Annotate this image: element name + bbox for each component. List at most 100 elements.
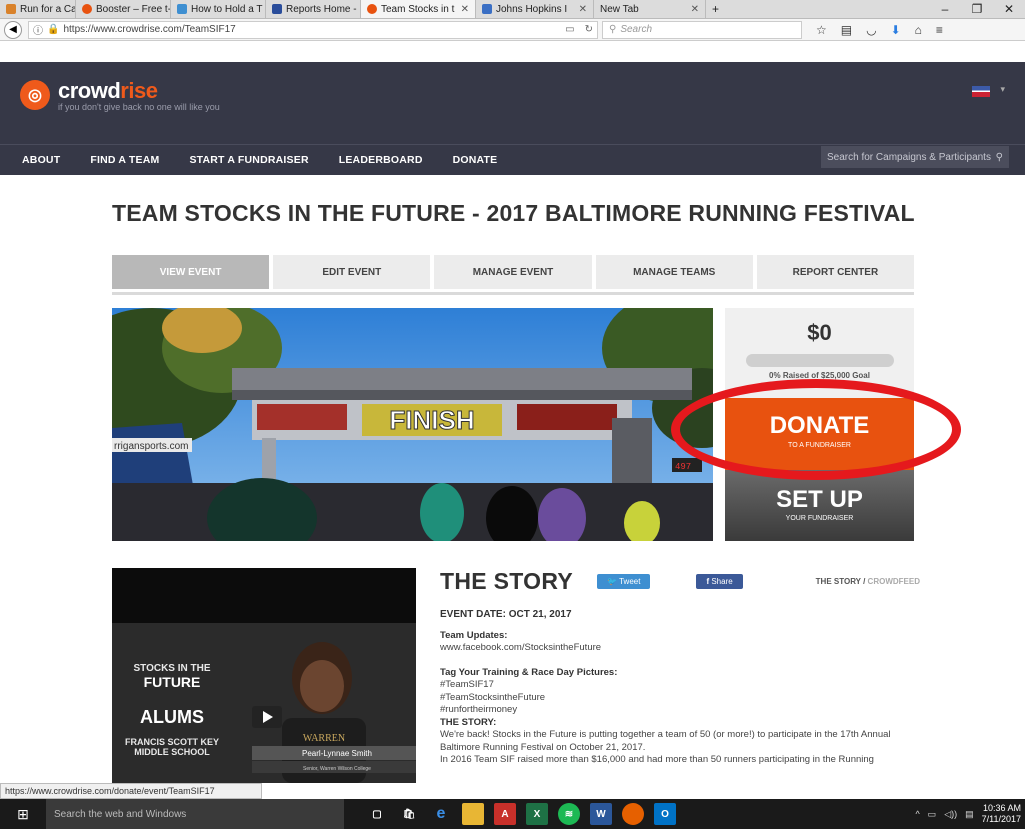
spotify-icon[interactable]: ≋ <box>558 803 580 825</box>
video-title-line2: FUTURE <box>144 674 201 690</box>
site-search-placeholder: Search for Campaigns & Participants <box>827 151 991 163</box>
back-arrow-icon: ◀ <box>9 24 17 35</box>
tweet-button[interactable]: 🐦 Tweet <box>597 574 651 589</box>
taskbar-search[interactable]: Search the web and Windows <box>46 799 344 829</box>
hero-image: FINISH rrigansports.com 497 <box>112 308 713 541</box>
crowdrise-logo[interactable]: ◎ crowdrise if you don't give back no on… <box>20 78 220 112</box>
tab-favicon-icon <box>177 4 187 14</box>
library-icon[interactable]: ▤ <box>841 23 852 37</box>
video-title-line4: FRANCIS SCOTT KEY <box>125 737 219 747</box>
shirt-text: WARREN <box>303 733 345 744</box>
window-controls: – ❐ ✕ <box>929 0 1025 18</box>
video-title-line1: STOCKS IN THE <box>133 663 210 674</box>
windows-start-icon[interactable]: ⊞ <box>0 799 46 829</box>
nav-find-a-team[interactable]: FIND A TEAM <box>90 154 159 166</box>
close-tab-icon[interactable]: ✕ <box>579 4 587 15</box>
language-flag-icon[interactable] <box>972 86 990 97</box>
tag-label: Tag Your Training & Race Day Pictures: <box>440 666 618 678</box>
browser-tab[interactable]: Booster – Free t-✕ <box>76 0 171 18</box>
story-paragraph: In 2016 Team SIF raised more than $16,00… <box>440 754 874 765</box>
back-button[interactable]: ◀ <box>4 20 22 39</box>
story-label: THE STORY: <box>440 716 497 728</box>
close-tab-icon[interactable]: ✕ <box>461 4 469 15</box>
tab-favicon-icon <box>6 4 16 14</box>
tab-view-event[interactable]: VIEW EVENT <box>112 255 270 289</box>
hashtag: #runfortheirmoney <box>440 704 518 715</box>
browser-search-box[interactable]: ⚲ Search <box>602 20 802 39</box>
minimize-icon[interactable]: – <box>929 0 961 18</box>
video-person-role: Senior, Warren Wilson College <box>303 766 371 772</box>
story-nav-story[interactable]: THE STORY <box>816 577 861 586</box>
volume-icon[interactable]: ◁)) <box>944 809 957 820</box>
tab-manage-teams[interactable]: MANAGE TEAMS <box>595 255 753 289</box>
browser-tab[interactable]: Reports Home -✕ <box>266 0 361 18</box>
notifications-icon[interactable]: ▤ <box>965 809 974 820</box>
address-actions: ▭ ↻ <box>565 24 593 35</box>
site-search-input[interactable]: Search for Campaigns & Participants ⚲ <box>821 146 1009 168</box>
nav-about[interactable]: ABOUT <box>22 154 60 166</box>
hashtag: #TeamStocksintheFuture <box>440 691 546 703</box>
nav-donate[interactable]: DONATE <box>453 154 498 166</box>
tab-favicon-icon <box>367 4 377 14</box>
story-paragraph: We're back! Stocks in the Future is putt… <box>440 729 891 753</box>
story-header: THE STORY 🐦 Tweet f Share THE STORY / CR… <box>440 568 920 595</box>
tab-report-center[interactable]: REPORT CENTER <box>756 255 915 289</box>
browser-tab[interactable]: Run for a Cause -✕ <box>0 0 76 18</box>
tab-favicon-icon <box>482 4 492 14</box>
logo-wordmark: crowdrise <box>58 78 158 103</box>
home-icon[interactable]: ⌂ <box>915 23 922 37</box>
twitter-icon: 🐦 <box>607 577 620 586</box>
browser-tab[interactable]: How to Hold a T✕ <box>171 0 266 18</box>
address-bar[interactable]: ⓘ 🔒 https://www.crowdrise.com/TeamSIF17 … <box>28 20 598 39</box>
story-nav-crowdfeed[interactable]: CROWDFEED <box>868 577 920 586</box>
bookmark-star-icon[interactable]: ☆ <box>816 23 827 37</box>
excel-icon[interactable]: X <box>526 803 548 825</box>
story-body: EVENT DATE: OCT 21, 2017 Team Updates: w… <box>440 609 920 767</box>
search-icon[interactable]: ⚲ <box>996 152 1003 163</box>
outlook-icon[interactable]: O <box>654 803 676 825</box>
tab-manage-event[interactable]: MANAGE EVENT <box>434 255 592 289</box>
close-window-icon[interactable]: ✕ <box>993 0 1025 18</box>
tab-favicon-icon <box>82 4 92 14</box>
reader-view-icon[interactable]: ▭ <box>565 24 574 35</box>
info-icon[interactable]: ⓘ <box>33 22 43 37</box>
edge-icon[interactable]: e <box>430 803 452 825</box>
browser-nav-bar: ◀ ⓘ 🔒 https://www.crowdrise.com/TeamSIF1… <box>0 19 1025 41</box>
chevron-up-icon[interactable]: ^ <box>915 809 919 819</box>
crowdrise-logo-icon: ◎ <box>20 80 50 110</box>
store-icon[interactable]: 🛍 <box>398 803 420 825</box>
setup-button-label: SET UP <box>776 486 863 513</box>
nav-start-fundraiser[interactable]: START A FUNDRAISER <box>189 154 308 166</box>
nav-leaderboard[interactable]: LEADERBOARD <box>339 154 423 166</box>
pocket-icon[interactable]: ◡ <box>866 23 876 37</box>
video-person-name: Pearl-Lynnae Smith <box>302 749 372 758</box>
video-player[interactable]: STOCKS IN THE FUTURE ALUMS FRANCIS SCOTT… <box>112 568 416 783</box>
network-icon[interactable]: ▭ <box>928 809 937 820</box>
tab-favicon-icon <box>272 4 282 14</box>
team-updates-link[interactable]: www.facebook.com/StocksintheFuture <box>440 642 920 655</box>
chevron-down-icon[interactable]: ▾ <box>1000 84 1005 95</box>
task-view-icon[interactable]: ▢ <box>366 803 388 825</box>
acrobat-icon[interactable]: A <box>494 803 516 825</box>
setup-fundraiser-button[interactable]: SET UP YOUR FUNDRAISER <box>725 470 914 541</box>
file-explorer-icon[interactable] <box>462 803 484 825</box>
facebook-share-button[interactable]: f Share <box>696 574 743 589</box>
new-tab-button[interactable]: + <box>706 0 725 18</box>
close-tab-icon[interactable]: ✕ <box>691 4 699 15</box>
event-tabs: VIEW EVENT EDIT EVENT MANAGE EVENT MANAG… <box>112 255 915 289</box>
menu-icon[interactable]: ≡ <box>936 23 943 37</box>
tab-edit-event[interactable]: EDIT EVENT <box>273 255 431 289</box>
firefox-icon[interactable] <box>622 803 644 825</box>
downloads-icon[interactable]: ⬇ <box>891 23 901 37</box>
browser-tab[interactable]: Johns Hopkins I ✕ <box>476 0 594 18</box>
url-text: https://www.crowdrise.com/TeamSIF17 <box>63 24 236 35</box>
taskbar-apps: ▢ 🛍 e A X ≋ W O <box>366 803 676 825</box>
word-icon[interactable]: W <box>590 803 612 825</box>
maximize-icon[interactable]: ❐ <box>961 0 993 18</box>
event-date: EVENT DATE: OCT 21, 2017 <box>440 609 572 620</box>
reload-icon[interactable]: ↻ <box>585 24 593 35</box>
browser-toolbar: ☆ ▤ ◡ ⬇ ⌂ ≡ <box>816 23 943 37</box>
taskbar-clock[interactable]: 10:36 AM 7/11/2017 <box>982 803 1021 825</box>
browser-tab-active[interactable]: Team Stocks in t ✕ <box>361 0 476 18</box>
browser-tab[interactable]: New Tab ✕ <box>594 0 706 18</box>
